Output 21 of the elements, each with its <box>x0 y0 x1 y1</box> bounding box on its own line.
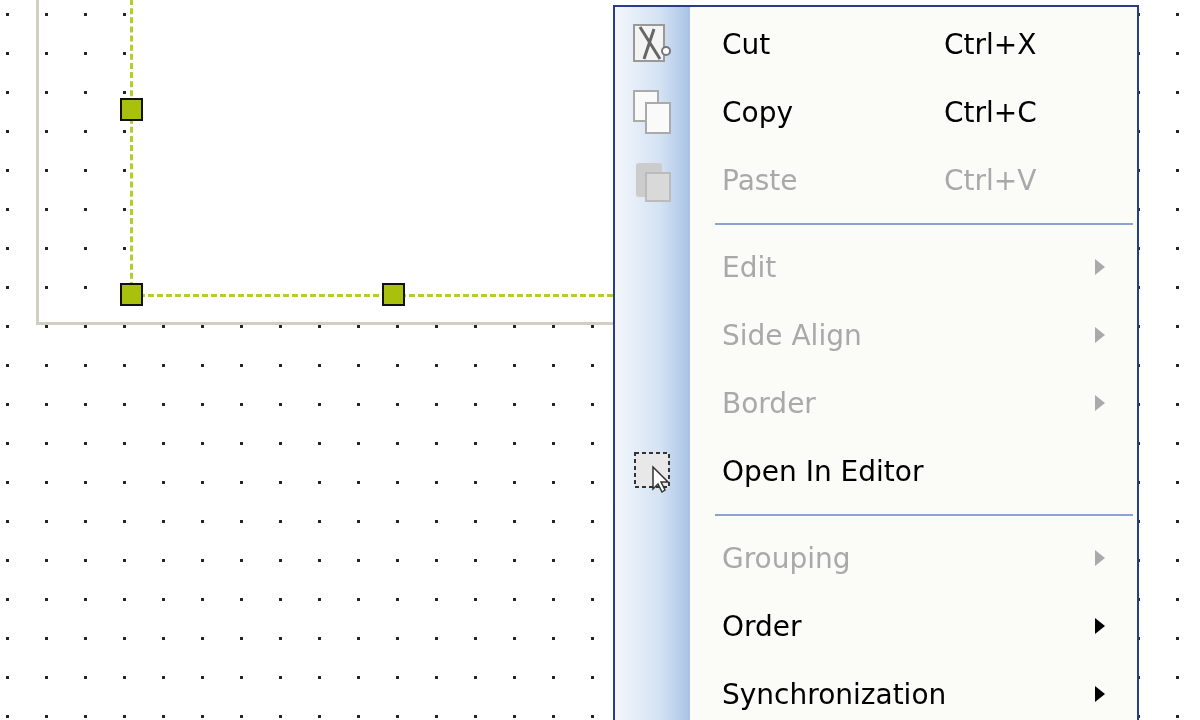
resize-handle[interactable] <box>382 283 405 306</box>
menu-item[interactable]: Synchronization <box>615 660 1137 720</box>
menu-item-label: Copy <box>722 95 795 129</box>
menu-item-label: Order <box>722 609 803 643</box>
menu-item-label: Cut <box>722 27 772 61</box>
resize-handle[interactable] <box>120 283 143 306</box>
menu-item-label: Side Align <box>722 318 863 352</box>
shortcut-text: Ctrl+V <box>944 163 1038 197</box>
shortcut-text: Ctrl+X <box>944 27 1038 61</box>
shortcut-text: Ctrl+C <box>944 95 1038 129</box>
menu-item-label: Edit <box>722 250 778 284</box>
menu-item[interactable]: Copy Ctrl+C <box>615 78 1137 146</box>
menu-item[interactable]: Cut Ctrl+X <box>615 10 1137 78</box>
menu-item[interactable]: Open In Editor <box>615 437 1137 505</box>
resize-handle[interactable] <box>120 98 143 121</box>
menu-item[interactable]: Order <box>615 592 1137 660</box>
menu-item-label: Paste <box>722 163 799 197</box>
menu-item-label: Open In Editor <box>722 454 925 488</box>
menu-item-label: Synchronization <box>722 677 944 711</box>
menu-item-label: Grouping <box>722 541 852 575</box>
menu-item-label: Border <box>722 386 817 420</box>
